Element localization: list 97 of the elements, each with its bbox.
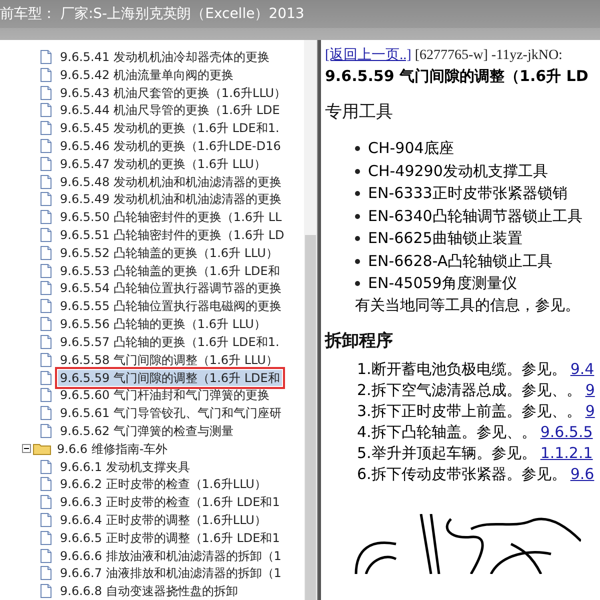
document-icon (40, 228, 52, 242)
tool-item: EN-6340凸轮轴调节器锁止工具 (368, 206, 582, 226)
document-icon (40, 566, 52, 580)
tree-item[interactable]: 9.6.6.5 正时皮带的调整（1.6升 LDE和1 (58, 530, 282, 546)
bullet-icon (355, 281, 360, 286)
section-title: 拆卸程序 (325, 330, 394, 352)
bullet-icon (355, 236, 360, 241)
document-icon (40, 460, 52, 474)
document-icon (40, 406, 52, 420)
reference-link[interactable]: 9.6 (570, 465, 594, 484)
document-icon (40, 210, 52, 224)
reference-link[interactable]: 9.4 (570, 360, 594, 379)
procedure-step: 6.拆下传动皮带张紧器。参见。 (357, 465, 566, 484)
tree-item[interactable]: 9.6.5.61 气门导管铰孔、气门和气门座研 (58, 405, 284, 422)
tree-item[interactable]: 9.6.5.57 凸轮轴的更换（1.6升 LDE和1. (58, 334, 282, 350)
tree-item[interactable]: 9.6.5.46 发动机的更换（1.6升LDE-D16 (58, 138, 283, 154)
reference-link[interactable]: 9 (585, 381, 595, 400)
procedure-step: 3.拆下正时皮带上前盖。参见、。 (357, 402, 582, 421)
tool-item: EN-6628-A凸轮轴锁止工具 (368, 252, 553, 270)
tree-item[interactable]: 9.6.6.3 正时皮带的检查（1.6升 LDE和1 (58, 494, 282, 510)
tree-item[interactable]: 9.6.5.56 凸轮轴的更换（1.6升 LLU） (58, 316, 268, 332)
document-heading: 9.6.5.59 气门间隙的调整（1.6升 LD (325, 67, 590, 86)
collapse-icon[interactable] (22, 444, 31, 454)
document-icon (40, 548, 52, 563)
procedure-step: 5.举升并顶起车辆。参见。 (357, 444, 536, 463)
tool-item: CH-49290发动机支撑工具 (368, 162, 548, 180)
tree-item[interactable]: 9.6.5.62 气门弹簧的检查与测量 (58, 422, 236, 439)
document-icon (40, 156, 52, 171)
document-icon (40, 317, 52, 332)
reference-link[interactable]: 9.6.5.5 (540, 423, 593, 442)
document-icon (40, 264, 52, 278)
tree-item[interactable]: 9.6.5.50 凸轮轴密封件的更换（1.6升 LL (58, 209, 284, 226)
tree-item[interactable]: 9.6.5.58 气门间隙的调整（1.6升 LLU） (58, 352, 280, 368)
procedure-step: 1.断开蓄电池负极电缆。参见。 (357, 360, 566, 379)
document-icon (40, 513, 52, 528)
document-icon (40, 121, 52, 136)
tree-item[interactable]: 9.6.5.48 发动机机油和机油滤清器的更换 (58, 174, 284, 190)
tree-item[interactable]: 9.6.6.6 排放油液和机油滤清器的拆卸（1 (58, 548, 284, 564)
scrollbar[interactable] (304, 40, 317, 600)
scrollbar-thumb[interactable] (305, 235, 316, 600)
document-icon (40, 477, 52, 492)
folder-icon (33, 442, 51, 456)
document-icon (40, 530, 52, 545)
window-title: 前车型： 厂家:S-上海别克英朗（Excelle）2013 (0, 5, 304, 23)
tree-item[interactable]: 9.6.6.7 油液排放和机油滤清器的拆卸（1 (58, 565, 284, 582)
document-icon (40, 299, 52, 314)
document-icon (40, 495, 52, 510)
tree-item[interactable]: 9.6.5.47 发动机的更换（1.6升 LLU） (58, 156, 268, 172)
tree-item[interactable]: 9.6.6.2 正时皮带的检查（1.6升LLU） (58, 476, 268, 492)
tree-item[interactable]: 9.6.5.52 凸轮轴盖的更换（1.6升 LLU） (58, 244, 280, 261)
document-icon (40, 50, 52, 64)
tool-item: EN-45059角度测量仪 (368, 274, 517, 293)
bullet-icon (355, 168, 360, 174)
document-icon (40, 281, 52, 296)
procedure-step: 4.拆下凸轮轴盖。参见、。 (357, 423, 536, 442)
tool-item: EN-6333正时皮带张紧器锁销 (368, 184, 568, 203)
tree-item[interactable]: 9.6.5.53 凸轮轴盖的更换（1.6升 LDE和 (58, 262, 282, 279)
document-icon (40, 388, 52, 402)
tree-item[interactable]: 9.6.5.45 发动机的更换（1.6升 LDE和1. (58, 120, 282, 136)
tree-folder[interactable]: 9.6.6 维修指南-车外 (55, 440, 170, 457)
section-title: 专用工具 (325, 101, 394, 123)
document-icon (40, 334, 52, 349)
document-icon (40, 192, 52, 206)
tools-note: 有关当地同等工具的信息，参见。 (355, 296, 581, 315)
tree-item[interactable]: 9.6.6.1 发动机支撑夹具 (58, 458, 192, 475)
tool-item: EN-6625曲轴锁止装置 (368, 229, 522, 248)
document-icon (40, 370, 52, 385)
document-icon (40, 246, 52, 260)
tree-item[interactable]: 9.6.5.55 凸轮轴位置执行器电磁阀的更换 (58, 298, 284, 314)
document-icon (40, 138, 52, 153)
tool-item: CH-904底座 (368, 139, 454, 158)
tree-item[interactable]: 9.6.5.49 发动机机油和机油滤清器的更换 (58, 191, 284, 208)
tree-item[interactable]: 9.6.5.54 凸轮轴位置执行器调节器的更换 (58, 280, 284, 296)
tree-item[interactable]: 9.6.5.59 气门间隙的调整（1.6升 LDE和 (58, 370, 282, 386)
document-icon (40, 103, 52, 118)
tree-item[interactable]: 9.6.5.51 凸轮轴密封件的更换（1.6升 LD (58, 227, 286, 244)
bullet-icon (355, 146, 360, 151)
bullet-icon (355, 214, 360, 218)
tree-item[interactable]: 9.6.6.4 正时皮带的调整（1.6升LLU） (58, 512, 268, 528)
back-link[interactable]: [返回上一页..] (325, 48, 412, 63)
reference-link[interactable]: 1.1.2.1 (540, 444, 593, 463)
tree-item[interactable]: 9.6.5.44 机油尺导管的更换（1.6升 LDE (58, 102, 282, 118)
document-icon (40, 352, 52, 367)
reference-link[interactable]: 9 (585, 402, 595, 421)
tree-item[interactable]: 9.6.5.41 发动机机油冷却器壳体的更换 (58, 48, 272, 65)
document-icon (40, 86, 52, 100)
document-id: [6277765-w] -11yz-jkNO: (414, 48, 562, 63)
document-icon (40, 424, 52, 438)
bullet-icon (355, 258, 360, 264)
tree-item[interactable]: 9.6.6.8 自动变速器挠性盘的拆卸 (58, 583, 240, 600)
procedure-step: 2.拆下空气滤清器总成。参见、。 (357, 381, 582, 400)
tree-item[interactable]: 9.6.5.42 机油流量单向阀的更换 (58, 66, 236, 83)
tree-item[interactable]: 9.6.5.43 机油尺套管的更换（1.6升LLU） (58, 84, 288, 101)
document-icon (40, 68, 52, 82)
tree-item[interactable]: 9.6.5.60 气门杆油封和气门弹簧的更换 (58, 387, 272, 404)
bullet-icon (355, 191, 360, 196)
document-icon (40, 174, 52, 189)
